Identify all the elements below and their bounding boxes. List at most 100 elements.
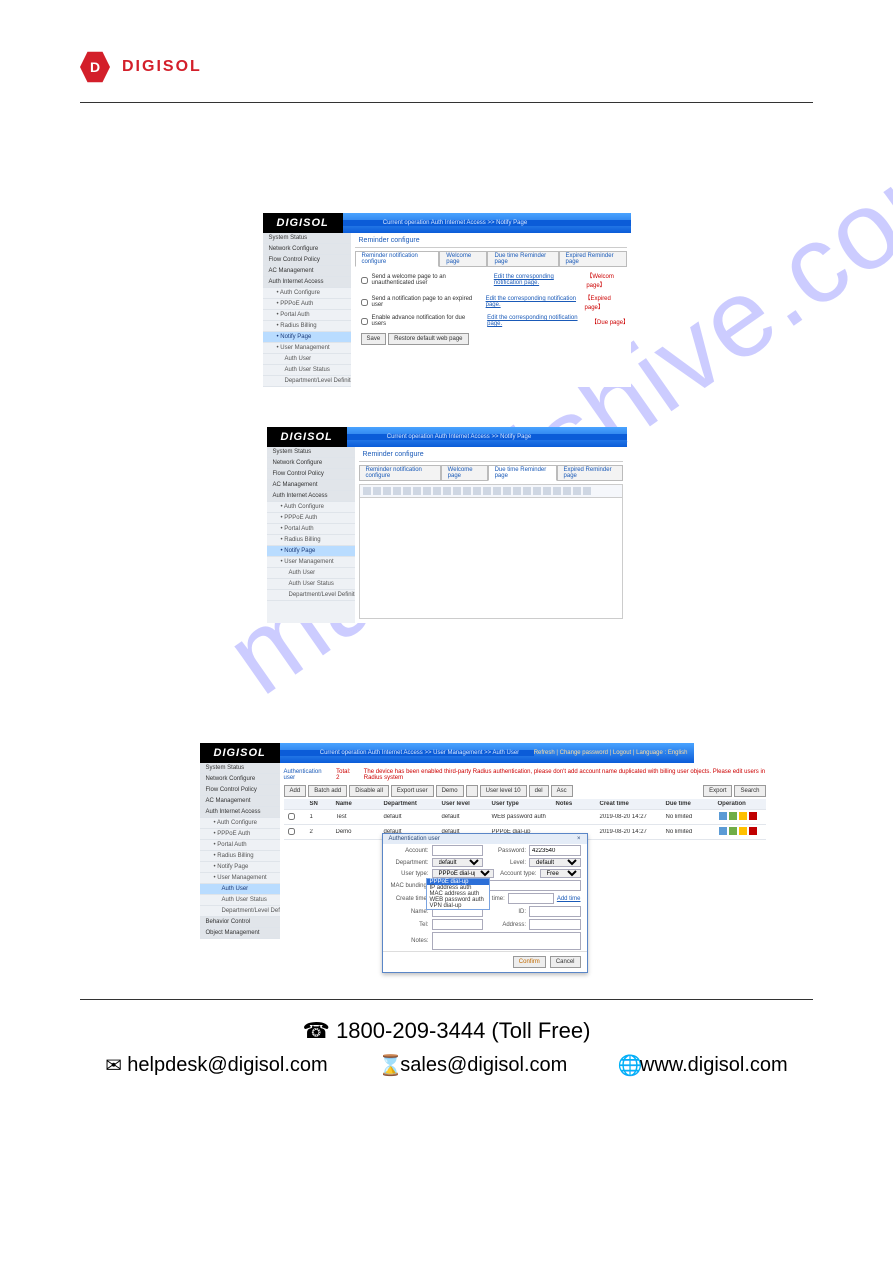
notes-input[interactable]	[432, 932, 581, 950]
lock-icon[interactable]	[739, 827, 747, 835]
sidebar-subitem[interactable]: • Notify Page	[263, 332, 351, 343]
edit-link[interactable]: Edit the corresponding notification page…	[486, 296, 581, 308]
sidebar-item[interactable]: System Status	[267, 447, 355, 458]
sidebar-item[interactable]: Auth Internet Access	[267, 491, 355, 502]
detail-icon[interactable]	[729, 827, 737, 835]
option-checkbox[interactable]	[361, 299, 368, 306]
sidebar-item[interactable]: Network Configure	[200, 774, 280, 785]
sidebar-subsubitem[interactable]: Auth User Status	[263, 365, 351, 376]
tel-input[interactable]	[432, 919, 484, 930]
sidebar-item[interactable]: Auth Internet Access	[200, 807, 280, 818]
sidebar-subsubitem[interactable]: Auth User	[267, 568, 355, 579]
tab[interactable]: Welcome page	[439, 251, 487, 267]
add-time-link[interactable]: Add time	[557, 896, 581, 902]
detail-icon[interactable]	[729, 812, 737, 820]
bracket-link[interactable]: 【Expired page】	[585, 293, 627, 311]
sidebar-subitem[interactable]: • Radius Billing	[263, 321, 351, 332]
tab[interactable]: Reminder notification configure	[359, 465, 441, 481]
sidebar-item[interactable]: System Status	[200, 763, 280, 774]
action-button[interactable]: Batch add	[308, 785, 347, 797]
sidebar-item[interactable]: AC Management	[200, 796, 280, 807]
lock-icon[interactable]	[739, 812, 747, 820]
dept-select[interactable]: default	[432, 858, 484, 867]
sidebar-subitem[interactable]: • Notify Page	[200, 862, 280, 873]
sidebar-subitem[interactable]: • Portal Auth	[267, 524, 355, 535]
action-button[interactable]: del	[529, 785, 549, 797]
sidebar-item[interactable]: Flow Control Policy	[200, 785, 280, 796]
sidebar-subitem[interactable]: • PPPoE Auth	[263, 299, 351, 310]
bracket-link[interactable]: 【Welcom page】	[586, 271, 626, 289]
sidebar-subsubitem[interactable]: Auth User Status	[267, 579, 355, 590]
sidebar-subitem[interactable]: • Auth Configure	[267, 502, 355, 513]
edit-link[interactable]: Edit the corresponding notification page…	[494, 274, 583, 286]
tab[interactable]: Reminder notification configure	[355, 251, 440, 267]
password-input[interactable]	[529, 845, 581, 856]
topbar-links[interactable]: Refresh | Change password | Logout | Lan…	[534, 750, 694, 756]
close-icon[interactable]: ×	[577, 836, 581, 842]
sidebar-subsubitem[interactable]: Department/Level Definition	[263, 376, 351, 387]
sidebar-subsubitem[interactable]: Auth User Status	[200, 895, 280, 906]
sidebar-subitem[interactable]: • User Management	[200, 873, 280, 884]
sidebar-subsubitem[interactable]: Auth User	[200, 884, 280, 895]
sidebar-item[interactable]: Auth Internet Access	[263, 277, 351, 288]
action-button[interactable]	[466, 785, 478, 797]
option-checkbox[interactable]	[361, 318, 368, 325]
sidebar-item[interactable]: Object Management	[200, 928, 280, 939]
sidebar-subitem[interactable]: • User Management	[267, 557, 355, 568]
bracket-link[interactable]: 【Due page】	[591, 317, 626, 326]
utype-dropdown-list[interactable]: PPPoE dial-upIP address authMAC address …	[426, 878, 490, 910]
account-input[interactable]	[432, 845, 484, 856]
option-checkbox[interactable]	[361, 277, 368, 284]
edit-icon[interactable]	[719, 812, 727, 820]
action-button[interactable]: Asc	[551, 785, 573, 797]
sidebar-subitem[interactable]: • Radius Billing	[267, 535, 355, 546]
editor-toolbar[interactable]	[359, 484, 623, 498]
sidebar-subitem[interactable]: • Auth Configure	[263, 288, 351, 299]
sidebar-subsubitem[interactable]: Department/Level Definition	[267, 590, 355, 601]
level-select[interactable]: default	[529, 858, 581, 867]
rich-text-editor[interactable]	[359, 498, 623, 619]
sidebar-item[interactable]: AC Management	[263, 266, 351, 277]
sidebar-item[interactable]: AC Management	[267, 480, 355, 491]
sidebar-item[interactable]: Behavior Control	[200, 917, 280, 928]
sidebar-subitem[interactable]: • PPPoE Auth	[267, 513, 355, 524]
sidebar-item[interactable]: Flow Control Policy	[263, 255, 351, 266]
sidebar-item[interactable]: Network Configure	[263, 244, 351, 255]
sidebar-subsubitem[interactable]: Auth User	[263, 354, 351, 365]
tab[interactable]: Due time Reminder page	[488, 465, 557, 481]
save-button[interactable]: Save	[361, 333, 387, 345]
sidebar-subitem[interactable]: • User Management	[263, 343, 351, 354]
sidebar-subitem[interactable]: • Portal Auth	[200, 840, 280, 851]
tab[interactable]: Expired Reminder page	[559, 251, 627, 267]
action-button[interactable]: Export user	[391, 785, 434, 797]
tab[interactable]: Expired Reminder page	[557, 465, 623, 481]
restore-default-button[interactable]: Restore default web page	[388, 333, 468, 345]
action-button[interactable]: Demo	[436, 785, 464, 797]
delete-icon[interactable]	[749, 812, 757, 820]
action-button[interactable]: Disable all	[349, 785, 389, 797]
id-input[interactable]	[529, 906, 581, 917]
sidebar-item[interactable]: Flow Control Policy	[267, 469, 355, 480]
sidebar-subitem[interactable]: • PPPoE Auth	[200, 829, 280, 840]
sidebar-item[interactable]: Network Configure	[267, 458, 355, 469]
confirm-button[interactable]: Confirm	[513, 956, 546, 968]
utype-select[interactable]: PPPoE dial-up	[432, 869, 494, 878]
edit-link[interactable]: Edit the corresponding notification page…	[487, 315, 587, 327]
action-button[interactable]: Search	[734, 785, 765, 797]
row-checkbox[interactable]	[288, 813, 295, 820]
addr-input[interactable]	[529, 919, 581, 930]
account-type-select[interactable]: Free	[540, 869, 581, 878]
sidebar-subitem[interactable]: • Notify Page	[267, 546, 355, 557]
dropdown-option[interactable]: VPN dial-up	[427, 903, 489, 909]
sidebar-subitem[interactable]: • Auth Configure	[200, 818, 280, 829]
row-checkbox[interactable]	[288, 828, 295, 835]
sidebar-subitem[interactable]: • Portal Auth	[263, 310, 351, 321]
action-button[interactable]: User level 10	[480, 785, 527, 797]
edit-icon[interactable]	[719, 827, 727, 835]
sidebar-subitem[interactable]: • Radius Billing	[200, 851, 280, 862]
expire-input[interactable]	[508, 893, 554, 904]
delete-icon[interactable]	[749, 827, 757, 835]
tab[interactable]: Due time Reminder page	[487, 251, 558, 267]
tab[interactable]: Welcome page	[441, 465, 488, 481]
action-button[interactable]: Add	[284, 785, 307, 797]
